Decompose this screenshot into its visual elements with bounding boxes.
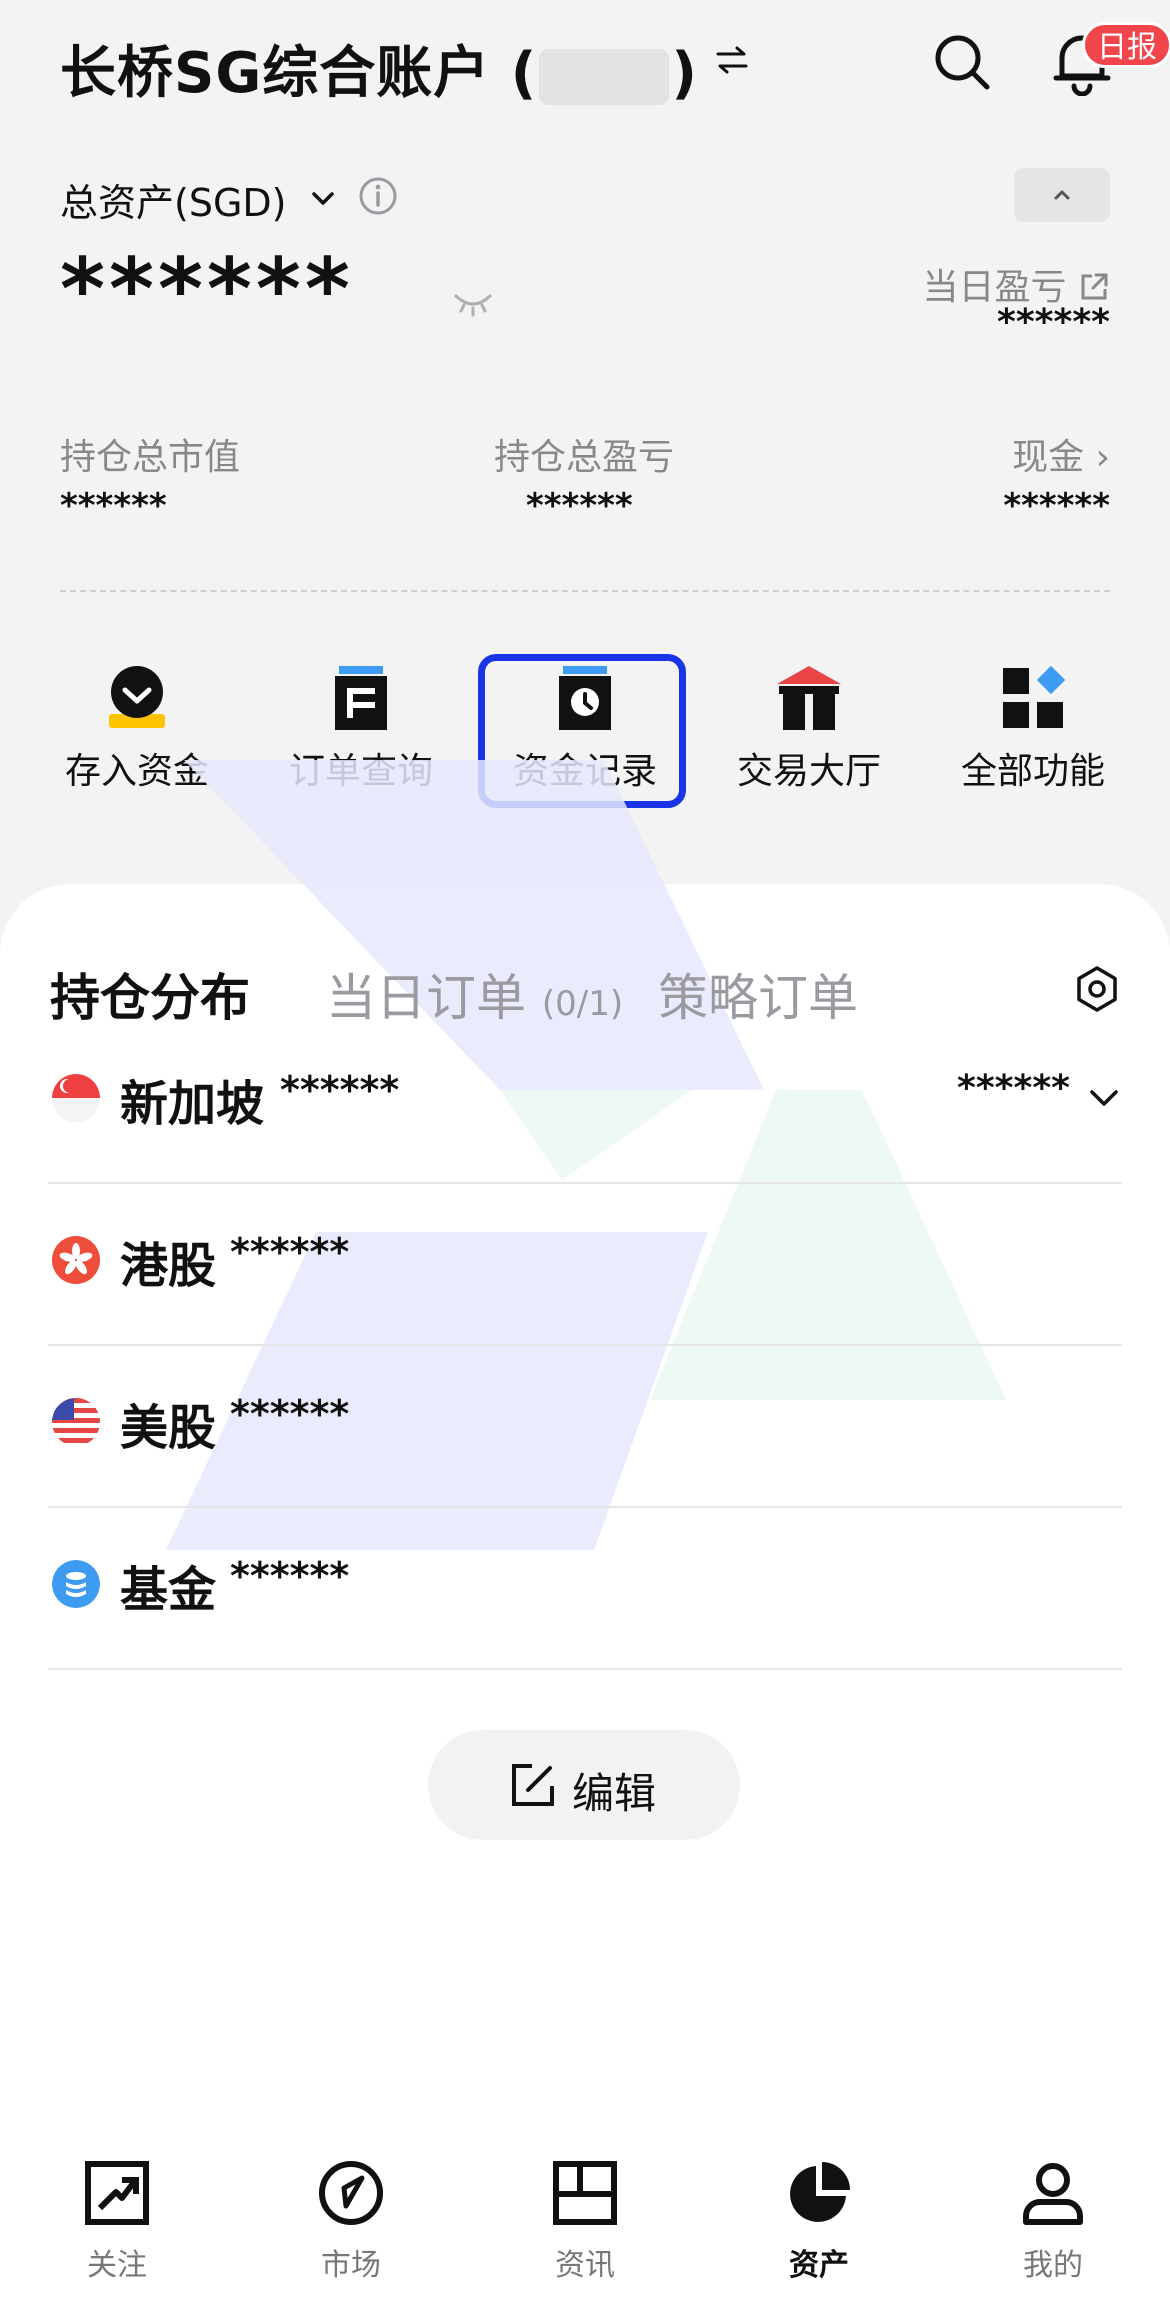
- edit-icon: [512, 1764, 554, 1806]
- day-pl-value: ******: [997, 302, 1110, 343]
- nav-profile[interactable]: 我的: [953, 2158, 1153, 2284]
- hongkong-flag-icon: [52, 1236, 100, 1284]
- settings-icon[interactable]: [1072, 964, 1122, 1014]
- total-pl-value: ******: [526, 486, 633, 526]
- us-flag-icon: [52, 1398, 100, 1446]
- nav-watchlist[interactable]: 关注: [17, 2158, 217, 2284]
- switch-account-icon[interactable]: [712, 40, 752, 80]
- nav-market[interactable]: 市场: [251, 2158, 451, 2284]
- nav-label: 市场: [321, 2248, 381, 2283]
- deposit-icon: [109, 666, 165, 728]
- info-icon[interactable]: [358, 176, 398, 216]
- edit-label: 编辑: [572, 1769, 657, 1818]
- market-name: 港股: [120, 1238, 217, 1294]
- nav-assets[interactable]: 资产: [719, 2158, 919, 2284]
- nav-label: 资产: [789, 2248, 849, 2283]
- market-icon: [319, 2161, 383, 2225]
- trading-hall-icon: [777, 666, 841, 730]
- singapore-flag-icon: [52, 1074, 100, 1122]
- nav-label: 我的: [1023, 2248, 1083, 2283]
- total-assets-value: ******: [60, 240, 354, 340]
- cash-value: ******: [1003, 486, 1110, 526]
- market-amount: ******: [280, 1068, 400, 1112]
- market-amount: ******: [230, 1554, 350, 1598]
- external-link-icon: [1081, 273, 1108, 300]
- market-name: 新加坡: [120, 1076, 265, 1132]
- tab-today-orders-label: 当日订单: [326, 969, 526, 1027]
- nav-news[interactable]: 资讯: [485, 2158, 685, 2284]
- watchlist-icon: [85, 2161, 149, 2225]
- account-name: 长桥SG综合账户 (: [60, 41, 538, 106]
- tab-today-orders[interactable]: 当日订单 (0/1): [326, 958, 623, 1030]
- summary-divider: [60, 590, 1110, 592]
- profile-icon: [1023, 2163, 1083, 2225]
- fund-icon: [52, 1560, 100, 1608]
- chevron-down-icon[interactable]: [308, 184, 338, 214]
- all-functions-icon: [1003, 665, 1066, 728]
- market-name: 基金: [120, 1562, 217, 1618]
- market-amount: ******: [230, 1392, 350, 1436]
- chevron-up-icon: [1054, 190, 1070, 200]
- market-value-value: ******: [60, 486, 167, 526]
- chevron-down-icon: [1090, 1090, 1118, 1106]
- collapse-button[interactable]: [1014, 168, 1110, 222]
- market-name: 美股: [120, 1400, 217, 1456]
- market-row-fund[interactable]: 基金 ******: [48, 1508, 1122, 1670]
- market-right-amount: ******: [957, 1068, 1070, 1109]
- account-name-suffix: ): [671, 41, 698, 106]
- eye-closed-icon[interactable]: [452, 288, 494, 318]
- search-icon[interactable]: [930, 30, 994, 94]
- market-value-label: 持仓总市值: [60, 437, 241, 478]
- account-number-mask: [539, 48, 670, 105]
- today-orders-count: (0/1): [541, 984, 624, 1024]
- account-title[interactable]: 长桥SG综合账户 (): [60, 28, 698, 109]
- tab-holdings[interactable]: 持仓分布: [50, 958, 250, 1030]
- order-query-icon: [335, 666, 387, 730]
- daily-report-badge[interactable]: 日报: [1082, 22, 1170, 68]
- cash-link[interactable]: 现金 ›: [1012, 428, 1110, 480]
- market-amount: ******: [230, 1230, 350, 1274]
- total-pl-label: 持仓总盈亏: [494, 437, 675, 478]
- tab-strategy-orders[interactable]: 策略订单: [658, 958, 858, 1030]
- news-icon: [553, 2161, 617, 2225]
- nav-label: 关注: [87, 2248, 147, 2283]
- total-assets-label[interactable]: 总资产(SGD): [60, 172, 286, 227]
- market-row-hongkong[interactable]: 港股 ******: [48, 1184, 1122, 1346]
- market-row-us[interactable]: 美股 ******: [48, 1346, 1122, 1508]
- edit-button[interactable]: 编辑: [428, 1730, 740, 1840]
- market-row-singapore[interactable]: 新加坡 ****** ******: [48, 1022, 1122, 1184]
- nav-label: 资讯: [555, 2248, 615, 2283]
- assets-icon: [790, 2162, 850, 2222]
